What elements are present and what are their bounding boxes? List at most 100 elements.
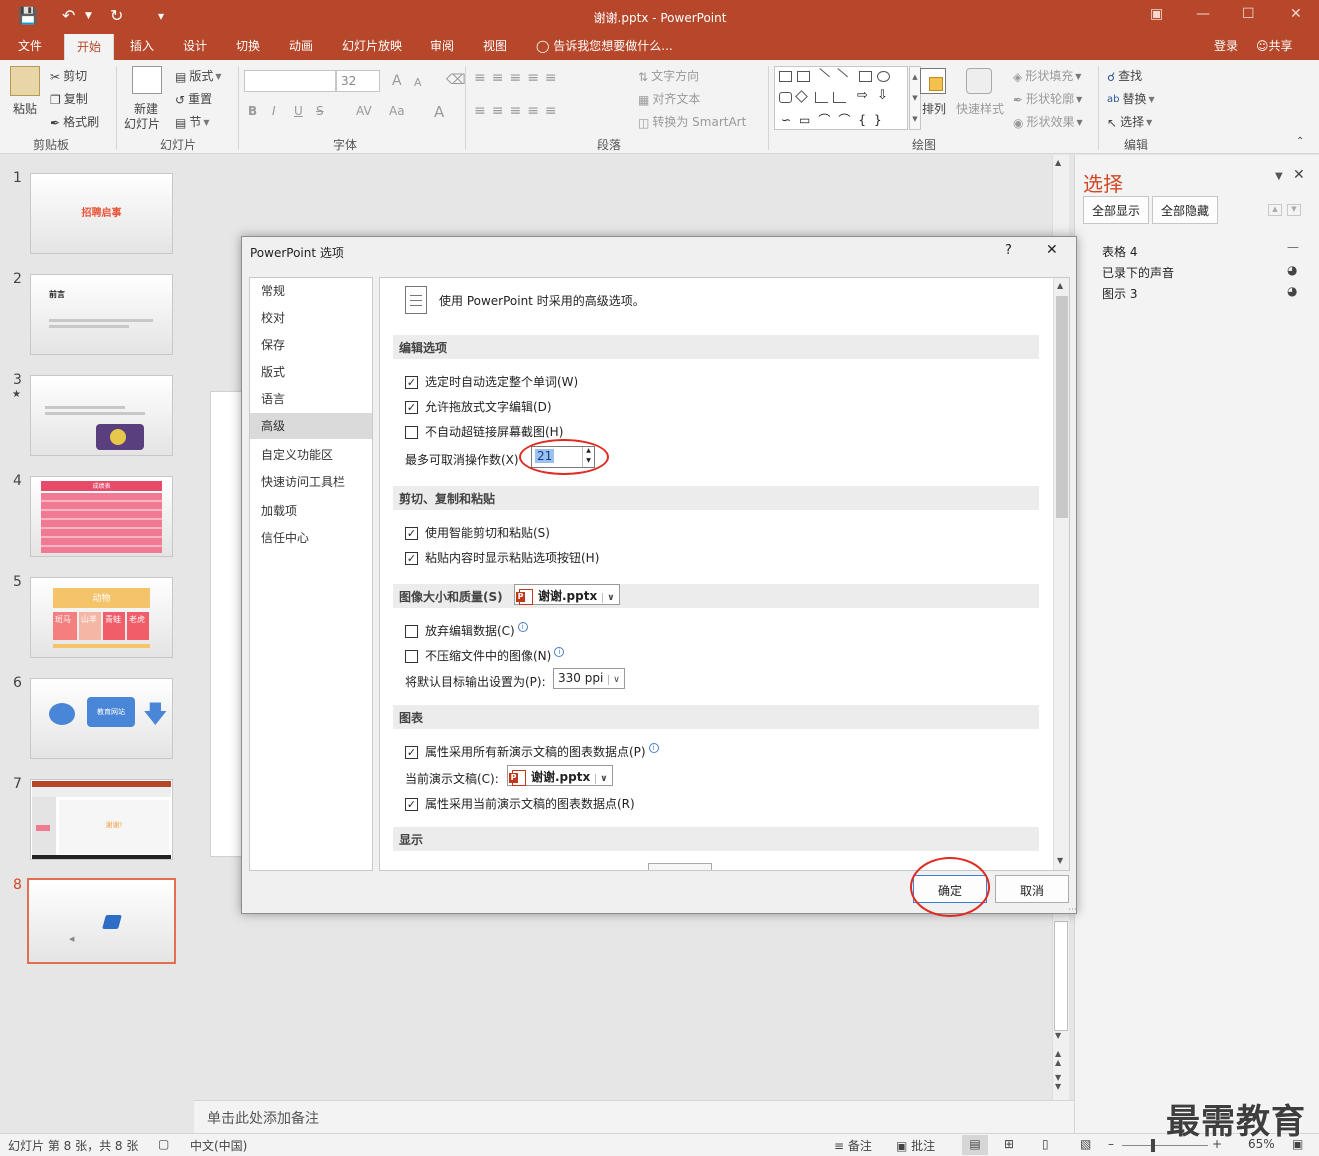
italic-button[interactable]: I (272, 104, 276, 118)
language-status[interactable]: 中文(中国) (190, 1137, 247, 1154)
nav-language[interactable]: 语言 (250, 386, 372, 412)
checkbox-checked[interactable]: ✓ (405, 798, 418, 811)
scroll-thumb[interactable] (1056, 296, 1068, 518)
bring-forward-icon[interactable]: ▲ (1268, 204, 1282, 216)
nav-proofing[interactable]: 校对 (250, 305, 372, 331)
nav-quick-access-toolbar[interactable]: 快速访问工具栏 (250, 469, 372, 495)
dialog-close-button[interactable]: ✕ (1046, 242, 1058, 258)
help-button[interactable]: ? (1005, 243, 1012, 258)
tab-slideshow[interactable]: 幻灯片放映 (342, 37, 402, 54)
font-color-button[interactable]: A (434, 103, 444, 121)
scroll-down-icon[interactable]: ▼ (1057, 856, 1063, 865)
clear-format-icon[interactable]: ⌫ (446, 72, 466, 88)
scroll-up-icon[interactable]: ▲ (1055, 158, 1061, 167)
checkbox-checked[interactable]: ✓ (405, 552, 418, 565)
tab-animations[interactable]: 动画 (289, 37, 313, 54)
shape-effects-button[interactable]: ◉ 形状效果 ▼ (1013, 113, 1083, 130)
smart-cut-option[interactable]: ✓ 使用智能剪切和粘贴(S) (405, 524, 550, 541)
info-icon[interactable]: i (554, 647, 565, 657)
maximize-icon[interactable]: ☐ (1242, 6, 1255, 22)
connector-shape-icon[interactable] (815, 92, 828, 103)
rounded-rect-shape-icon[interactable] (779, 92, 792, 103)
tab-view[interactable]: 视图 (483, 37, 507, 54)
undo-dropdown-icon[interactable]: ▼ (85, 6, 92, 26)
new-slide-icon[interactable] (132, 66, 162, 94)
slide-sorter-icon[interactable]: ⊞ (1004, 1137, 1014, 1151)
select-button[interactable]: ↖ 选择 ▼ (1107, 113, 1152, 130)
reading-view-icon[interactable]: ▯ (1042, 1137, 1049, 1151)
tab-home[interactable]: 开始 (64, 34, 115, 60)
slide-thumbnail-3[interactable] (30, 375, 173, 456)
chart-props-all-option[interactable]: ✓ 属性采用所有新演示文稿的图表数据点(P) i (405, 743, 659, 760)
normal-view-icon[interactable]: ▤ (962, 1135, 988, 1155)
slide-thumbnail-8[interactable]: ◀ (27, 878, 176, 964)
chart-props-current-option[interactable]: ✓ 属性采用当前演示文稿的图表数据点(R) (405, 795, 635, 812)
checkbox-unchecked[interactable] (405, 650, 418, 663)
checkbox-checked[interactable]: ✓ (405, 746, 418, 759)
notes-button[interactable]: ≡ 备注 (834, 1137, 872, 1154)
slideshow-icon[interactable]: ▧ (1080, 1137, 1091, 1151)
spellcheck-icon[interactable]: ▢ (158, 1137, 169, 1151)
nav-general[interactable]: 常规 (250, 278, 372, 304)
selection-item-smartart[interactable]: 图示 3 (1102, 285, 1137, 302)
oval-shape-icon[interactable] (877, 71, 890, 82)
visibility-dash-icon[interactable]: — (1287, 240, 1299, 254)
paste-icon[interactable] (10, 66, 40, 96)
down-arrow-shape-icon[interactable]: ⇩ (877, 88, 888, 103)
checkbox-unchecked[interactable] (405, 426, 418, 439)
shape-outline-button[interactable]: ✒ 形状轮廓 ▼ (1013, 90, 1082, 107)
nav-layout[interactable]: 版式 (250, 359, 372, 385)
selection-item-audio[interactable]: 已录下的声音 (1102, 264, 1174, 281)
nav-trust-center[interactable]: 信任中心 (250, 525, 372, 551)
nav-advanced[interactable]: 高级 (250, 413, 372, 439)
shrink-font-button[interactable]: A (414, 76, 422, 89)
save-icon[interactable]: 💾 (18, 6, 38, 26)
previous-slide-icon[interactable]: ▲ ▲ (1055, 1049, 1061, 1067)
slide-thumbnail-2[interactable]: 前言 (30, 274, 173, 355)
info-icon[interactable]: i (517, 622, 528, 632)
next-slide-icon[interactable]: ▼ ▼ (1055, 1073, 1061, 1091)
font-name-combo[interactable] (244, 70, 336, 92)
close-window-icon[interactable]: ✕ (1290, 6, 1302, 22)
tab-insert[interactable]: 插入 (130, 37, 154, 54)
tab-file[interactable]: 文件 (18, 37, 42, 54)
bold-button[interactable]: B (248, 104, 257, 118)
default-output-combo[interactable]: 330 ppi ∨ (553, 668, 625, 689)
list-buttons[interactable]: ≡≡≡≡≡ (474, 70, 563, 86)
hide-all-button[interactable]: 全部隐藏 (1152, 196, 1219, 224)
tab-transitions[interactable]: 切换 (236, 37, 260, 54)
eye-icon[interactable]: ◕ (1287, 263, 1297, 277)
discard-edit-option[interactable]: 放弃编辑数据(C) i (405, 622, 528, 639)
collapse-ribbon-icon[interactable]: ⌃ (1296, 136, 1304, 147)
textbox-shape-icon[interactable] (779, 71, 792, 82)
current-doc-combo[interactable]: 谢谢.pptx∨ (507, 765, 613, 786)
text-direction-button[interactable]: ⇅ 文字方向 (638, 67, 699, 84)
redo-icon[interactable]: ↻ (110, 6, 123, 26)
reset-button[interactable]: ↺ 重置 (175, 90, 212, 107)
layout-button[interactable]: ▤ 版式 ▼ (175, 67, 222, 84)
elbow-connector-shape-icon[interactable] (833, 92, 846, 103)
slide-thumbnail-5[interactable]: 动物 斑马 山羊 青蛙 老虎 (30, 577, 173, 658)
checkbox-checked[interactable]: ✓ (405, 527, 418, 540)
scroll-thumb[interactable] (1054, 921, 1068, 1031)
align-text-button[interactable]: ▦ 对齐文本 (638, 90, 700, 107)
minimize-icon[interactable]: — (1196, 6, 1210, 22)
resize-grip-icon[interactable]: ⋯ (1068, 905, 1077, 915)
paste-options-option[interactable]: ✓ 粘贴内容时显示粘贴选项按钮(H) (405, 549, 599, 566)
cancel-button[interactable]: 取消 (995, 875, 1069, 903)
line-shape-icon[interactable] (812, 68, 831, 85)
tab-review[interactable]: 审阅 (430, 37, 454, 54)
zoom-slider-thumb[interactable] (1151, 1139, 1155, 1152)
drag-drop-option[interactable]: ✓ 允许拖放式文字编辑(D) (405, 398, 552, 415)
ribbon-display-icon[interactable]: ▣ (1150, 6, 1163, 22)
font-size-combo[interactable]: 32 (336, 70, 380, 92)
slide-thumbnail-1[interactable]: 招聘启事 (30, 173, 173, 254)
sign-in-link[interactable]: 登录 (1214, 37, 1238, 54)
no-compress-option[interactable]: 不压缩文件中的图像(N) i (405, 647, 565, 664)
no-hyperlink-option[interactable]: 不自动超链接屏幕截图(H) (405, 423, 563, 440)
notes-pane[interactable]: 单击此处添加备注 (194, 1100, 1074, 1133)
arrange-button[interactable]: 排列 (922, 100, 946, 117)
tab-design[interactable]: 设计 (183, 37, 207, 54)
checkbox-checked[interactable]: ✓ (405, 401, 418, 414)
rectangle-shape-icon[interactable] (859, 71, 872, 82)
